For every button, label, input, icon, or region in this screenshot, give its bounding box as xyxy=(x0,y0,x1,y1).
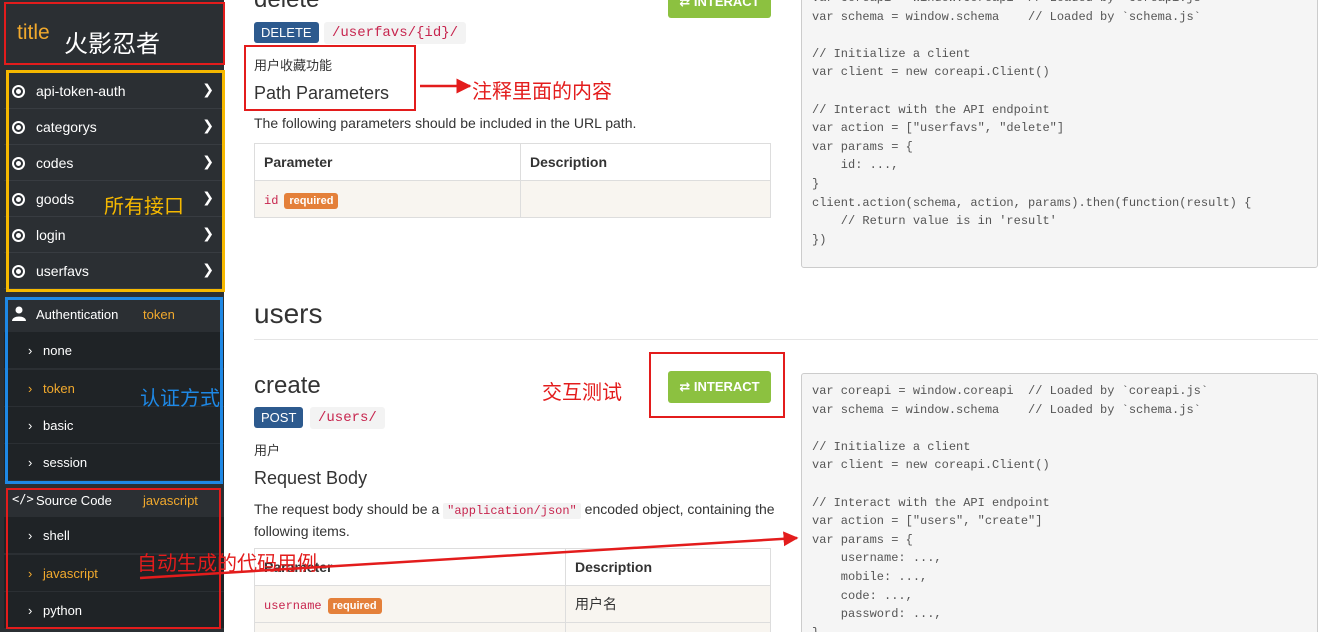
annotation-comment-text: 注释里面的内容 xyxy=(472,81,612,103)
annotation-auth-text: 认证方式 xyxy=(140,388,220,410)
annotation-interact-text: 交互测试 xyxy=(542,382,622,404)
annotation-code-text: 自动生成的代码用例 xyxy=(137,553,317,575)
annotation-endpoints-text: 所有接口 xyxy=(104,196,184,218)
annotation-arrows xyxy=(139,78,799,580)
